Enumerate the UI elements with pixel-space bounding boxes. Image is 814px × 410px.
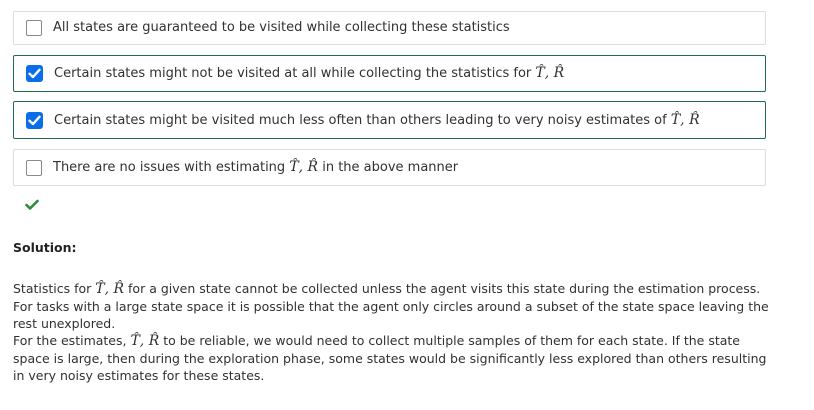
solution-paragraph-1: Statistics for T̂, R̂ for a given state … bbox=[13, 281, 769, 331]
math-t-r: T̂, R̂ bbox=[289, 159, 319, 175]
option-4-label: There are no issues with estimating T̂, … bbox=[53, 159, 459, 175]
option-1[interactable]: All states are guaranteed to be visited … bbox=[13, 11, 766, 45]
math-t-r: T̂, R̂ bbox=[535, 65, 565, 81]
option-2-label: Certain states might not be visited at a… bbox=[54, 65, 565, 81]
math-t-r: T̂, R̂ bbox=[130, 333, 160, 349]
checkbox-checked[interactable] bbox=[26, 65, 43, 82]
checkbox-unchecked[interactable] bbox=[26, 159, 42, 176]
solution-body: Statistics for T̂, R̂ for a given state … bbox=[13, 280, 773, 384]
solution-heading: Solution: bbox=[13, 240, 77, 255]
solution-paragraph-2: For the estimates, T̂, R̂ to be reliable… bbox=[13, 333, 767, 383]
question-panel: All states are guaranteed to be visited … bbox=[0, 0, 814, 410]
check-icon bbox=[25, 199, 39, 210]
checkmark-icon bbox=[28, 68, 41, 79]
math-t-r: T̂, R̂ bbox=[95, 281, 125, 297]
checkbox-unchecked[interactable] bbox=[26, 20, 42, 36]
math-t-r: T̂, R̂ bbox=[670, 111, 700, 128]
option-2[interactable]: Certain states might not be visited at a… bbox=[13, 55, 766, 92]
checkmark-icon bbox=[28, 115, 41, 125]
option-3-label: Certain states might be visited much les… bbox=[54, 111, 700, 128]
option-4[interactable]: There are no issues with estimating T̂, … bbox=[13, 149, 766, 186]
option-3[interactable]: Certain states might be visited much les… bbox=[13, 101, 766, 139]
checkbox-checked[interactable] bbox=[26, 111, 43, 129]
option-1-label: All states are guaranteed to be visited … bbox=[53, 20, 510, 35]
